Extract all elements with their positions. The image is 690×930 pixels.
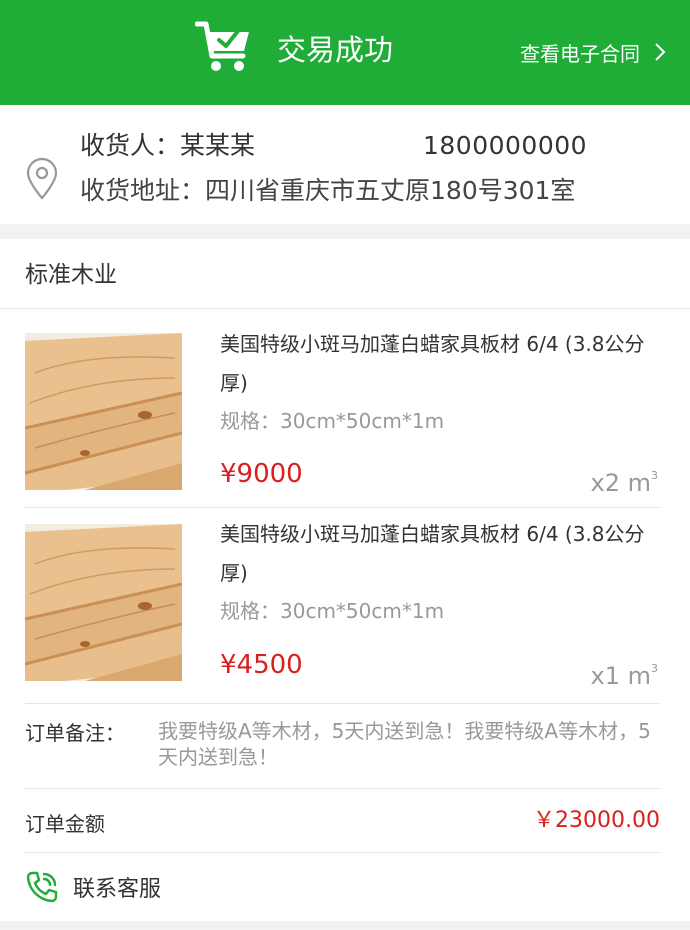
product-quantity-text: x1 m	[590, 662, 651, 690]
page-title: 交易成功	[277, 33, 394, 67]
product-spec: 规格：30cm*50cm*1m	[220, 599, 445, 623]
phone-call-icon	[26, 871, 58, 903]
product-price: ¥4500	[220, 650, 303, 680]
unit-superscript: 3	[651, 469, 658, 482]
product-quantity: x2 m3	[591, 458, 658, 501]
status-header: 交易成功 查看电子合同	[0, 0, 690, 105]
divider	[25, 507, 660, 508]
chevron-right-icon	[655, 43, 666, 61]
cart-check-icon	[195, 21, 249, 71]
product-image[interactable]	[25, 333, 182, 490]
shop-name[interactable]: 标准木业	[25, 258, 117, 292]
view-contract-label: 查看电子合同	[520, 41, 640, 66]
wood-planks-image	[25, 524, 182, 681]
divider	[0, 308, 690, 309]
location-pin-icon	[26, 157, 58, 200]
product-name[interactable]: 美国特级小斑马加蓬白蜡家具板材 6/4 (3.8公分厚)	[220, 325, 660, 403]
contact-service-button[interactable]: 联系客服	[25, 868, 161, 906]
product-name[interactable]: 美国特级小斑马加蓬白蜡家具板材 6/4 (3.8公分厚)	[220, 515, 660, 593]
product-price: ¥9000	[220, 459, 303, 489]
recipient-phone: 1800000000	[423, 131, 588, 160]
divider	[25, 788, 660, 789]
recipient-name: 收货人：某某某	[80, 131, 256, 160]
order-remark-text: 我要特级A等木材，5天内送到急！我要特级A等木材，5天内送到急！	[158, 719, 651, 769]
product-quantity-text: x2 m	[590, 469, 651, 497]
wood-planks-image	[25, 333, 182, 490]
order-amount-value: ￥23000.00	[533, 808, 660, 833]
contact-service-label: 联系客服	[73, 877, 162, 902]
unit-superscript: 3	[651, 662, 658, 675]
product-quantity: x1 m3	[591, 651, 658, 694]
divider	[25, 852, 660, 853]
order-amount-label: 订单金额	[25, 812, 105, 836]
view-contract-link[interactable]: 查看电子合同	[520, 36, 666, 68]
order-remark-label: 订单备注：	[25, 721, 125, 745]
delivery-address: 收货地址：四川省重庆市五丈原180号301室	[80, 176, 576, 205]
divider	[25, 703, 660, 704]
product-image[interactable]	[25, 524, 182, 681]
product-spec: 规格：30cm*50cm*1m	[220, 409, 445, 433]
